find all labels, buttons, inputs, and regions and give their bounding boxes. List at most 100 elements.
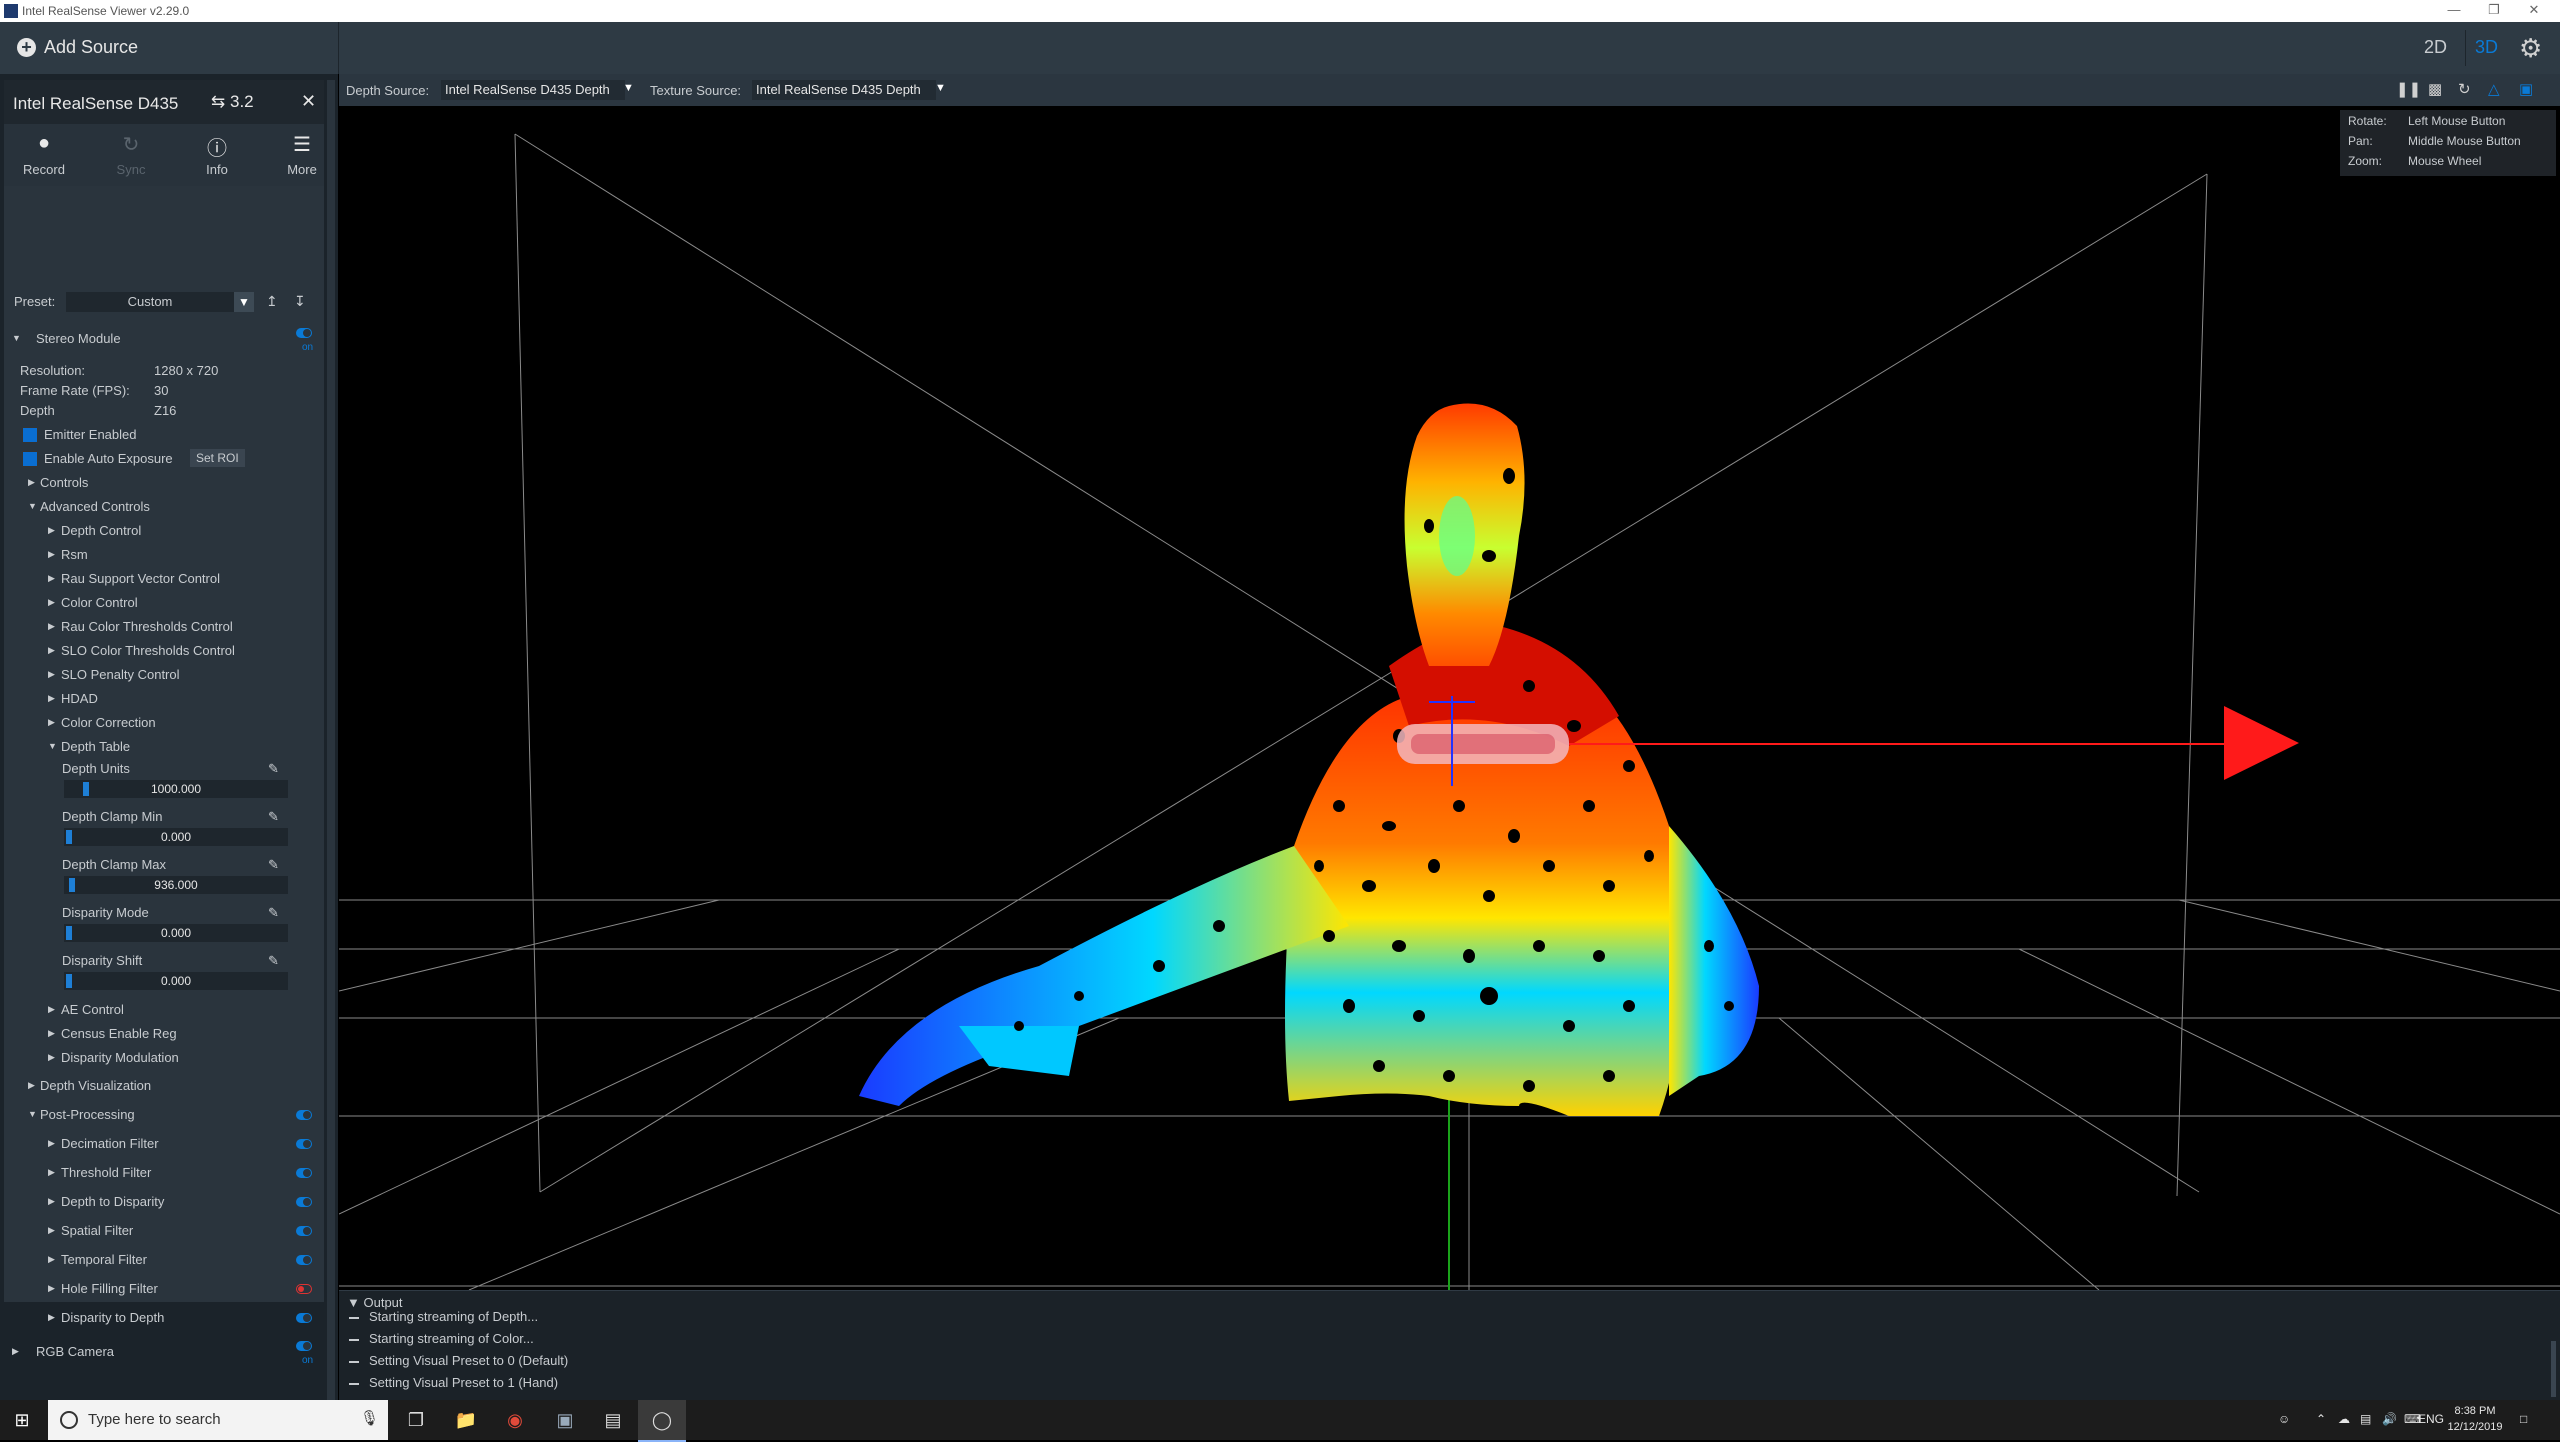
mode-2d-button[interactable]: 2D [2424,37,2447,58]
filter-toggle-off[interactable] [296,1284,312,1294]
collapsed-arrow-icon[interactable]: ▶ [48,597,55,608]
filter-label[interactable]: Disparity to Depth [61,1310,164,1325]
expand-arrow-icon[interactable]: ▼ [12,333,21,343]
post-processing-toggle[interactable] [296,1110,312,1120]
expand-arrow-icon[interactable]: ▼ [28,501,37,511]
advanced-item[interactable]: AE Control [61,1002,124,1017]
edit-icon[interactable]: ✎ [268,953,279,969]
depth-format-value[interactable]: Z16 [154,403,176,418]
chevron-down-icon[interactable]: ▼ [935,82,946,94]
clock[interactable]: 8:38 PM 12/12/2019 [2440,1403,2510,1435]
filter-label[interactable]: Depth to Disparity [61,1194,164,1209]
filter-toggle[interactable] [296,1313,312,1323]
collapsed-arrow-icon[interactable]: ▶ [48,1138,55,1149]
expand-arrow-icon[interactable]: ▼ [48,741,57,751]
collapsed-arrow-icon[interactable]: ▶ [12,1346,19,1357]
info-button[interactable]: ⓘ Info [187,132,247,177]
restore-icon[interactable]: ❐ [2474,2,2514,18]
advanced-item[interactable]: SLO Color Thresholds Control [61,643,235,658]
close-device-icon[interactable]: ✕ [301,91,316,112]
post-processing-label[interactable]: Post-Processing [40,1107,135,1122]
upload-icon[interactable]: ↥ [266,293,278,310]
edit-icon[interactable]: ✎ [268,809,279,825]
collapsed-arrow-icon[interactable]: ▶ [48,693,55,704]
chevron-down-icon[interactable]: ▼ [623,82,634,94]
notification-icon[interactable]: □ [2520,1412,2527,1426]
collapsed-arrow-icon[interactable]: ▶ [48,669,55,680]
depth-units-slider[interactable]: 1000.000 [64,780,288,798]
disparity-mode-slider[interactable]: 0.000 [64,924,288,942]
filter-toggle[interactable] [296,1139,312,1149]
save-icon[interactable]: ▩ [2428,80,2442,98]
stereo-module-label[interactable]: Stereo Module [36,331,121,346]
advanced-item[interactable]: Disparity Modulation [61,1050,179,1065]
controls-label[interactable]: Controls [40,475,88,490]
preset-select[interactable]: Custom [66,292,234,312]
emitter-checkbox[interactable] [22,427,38,443]
collapsed-arrow-icon[interactable]: ▶ [48,1028,55,1039]
filter-toggle[interactable] [296,1168,312,1178]
collapsed-arrow-icon[interactable]: ▶ [48,1052,55,1063]
set-roi-button[interactable]: Set ROI [190,449,245,467]
advanced-item[interactable]: Color Correction [61,715,156,730]
pointcloud-viewport[interactable] [339,106,2560,1290]
panel-scrollbar[interactable] [327,80,335,1400]
collapsed-arrow-icon[interactable]: ▶ [48,549,55,560]
close-window-icon[interactable]: ✕ [2514,2,2554,18]
mesh-icon[interactable]: △ [2488,80,2500,98]
collapsed-arrow-icon[interactable]: ▶ [48,573,55,584]
gear-icon[interactable]: ⚙ [2519,33,2542,64]
filter-label[interactable]: Spatial Filter [61,1223,133,1238]
collapsed-arrow-icon[interactable]: ▶ [48,717,55,728]
minimize-icon[interactable]: — [2434,2,2474,17]
filter-label[interactable]: Hole Filling Filter [61,1281,158,1296]
more-button[interactable]: ☰ More [272,132,332,177]
advanced-item[interactable]: Rau Color Thresholds Control [61,619,233,634]
task-view-icon[interactable]: ❐ [404,1408,428,1432]
chevron-up-icon[interactable]: ⌃ [2316,1412,2326,1426]
collapsed-arrow-icon[interactable]: ▶ [28,1080,35,1091]
collapsed-arrow-icon[interactable]: ▶ [48,1254,55,1265]
texture-source-select[interactable]: Intel RealSense D435 Depth [752,80,936,100]
collapsed-arrow-icon[interactable]: ▶ [48,1167,55,1178]
stereo-module-toggle[interactable] [296,328,312,338]
fps-value[interactable]: 30 [154,383,168,398]
realsense-taskbar-button[interactable]: ◯ [638,1400,686,1442]
chevron-down-icon[interactable]: ▼ [234,292,254,312]
cloud-icon[interactable]: ☁ [2338,1412,2350,1426]
advanced-controls-label[interactable]: Advanced Controls [40,499,150,514]
resolution-value[interactable]: 1280 x 720 [154,363,218,378]
record-button[interactable]: ● Record [14,132,74,177]
collapsed-arrow-icon[interactable]: ▶ [48,621,55,632]
collapsed-arrow-icon[interactable]: ▶ [48,1312,55,1323]
collapsed-arrow-icon[interactable]: ▶ [48,525,55,536]
advanced-item[interactable]: Rsm [61,547,88,562]
mode-3d-button[interactable]: 3D [2475,37,2498,58]
terminal-icon[interactable]: ▤ [601,1408,625,1432]
collapsed-arrow-icon[interactable]: ▶ [48,1225,55,1236]
filter-toggle[interactable] [296,1197,312,1207]
depth-clamp-min-slider[interactable]: 0.000 [64,828,288,846]
expand-arrow-icon[interactable]: ▼ [28,1109,37,1119]
filter-label[interactable]: Threshold Filter [61,1165,151,1180]
rgb-camera-label[interactable]: RGB Camera [36,1344,114,1359]
network-icon[interactable]: ▤ [2360,1412,2371,1426]
advanced-item[interactable]: Color Control [61,595,138,610]
sync-button[interactable]: ↻ Sync [101,132,161,177]
advanced-item[interactable]: SLO Penalty Control [61,667,180,682]
edit-icon[interactable]: ✎ [268,857,279,873]
volume-icon[interactable]: 🔊 [2382,1412,2397,1426]
auto-exposure-checkbox[interactable] [22,451,38,467]
windows-start-icon[interactable]: ⊞ [10,1408,34,1432]
pause-icon[interactable]: ❚❚ [2396,80,2421,98]
filter-label[interactable]: Decimation Filter [61,1136,159,1151]
visual-studio-icon[interactable]: ▣ [553,1408,577,1432]
add-source-button[interactable]: + Add Source [0,22,339,74]
file-explorer-icon[interactable]: 📁 [454,1408,478,1432]
collapsed-arrow-icon[interactable]: ▶ [28,477,35,488]
people-icon[interactable]: ☺ [2278,1412,2290,1426]
filter-label[interactable]: Temporal Filter [61,1252,147,1267]
collapsed-arrow-icon[interactable]: ▶ [48,1196,55,1207]
collapsed-arrow-icon[interactable]: ▶ [48,1283,55,1294]
output-scrollbar[interactable] [2551,1341,2556,1397]
